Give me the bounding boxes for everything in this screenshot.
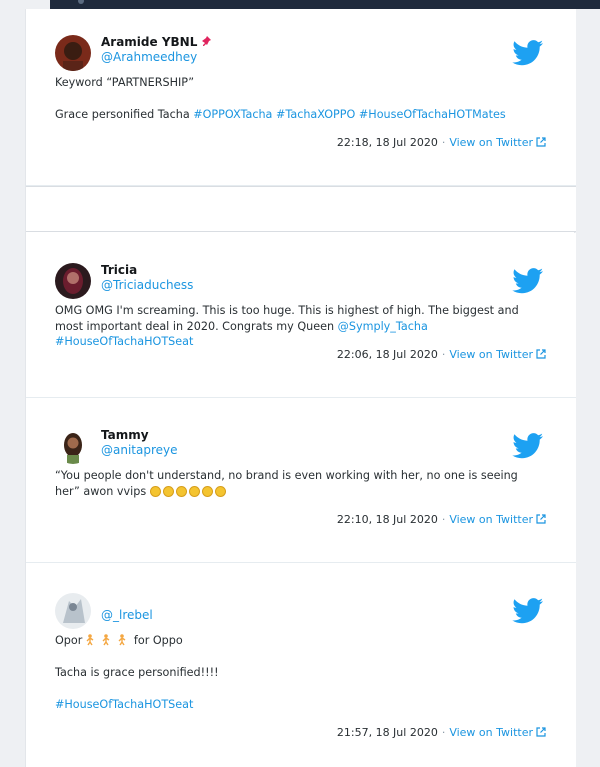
external-link-icon	[536, 137, 546, 150]
author-handle[interactable]: @Arahmeedhey	[101, 50, 197, 64]
author-handle[interactable]: @_lrebel	[101, 608, 153, 622]
tweet-meta: 22:18, 18 Jul 2020 · View on Twitter	[337, 136, 546, 150]
twitter-bird-icon[interactable]	[512, 40, 544, 66]
emoji-group	[149, 485, 228, 498]
laughing-emoji-icon	[188, 485, 200, 497]
hashtag-link[interactable]: #TachaXOPPO	[276, 108, 355, 121]
view-on-twitter-link[interactable]: View on Twitter	[449, 348, 546, 361]
top-bar	[50, 0, 600, 9]
tweet-meta: 21:57, 18 Jul 2020 · View on Twitter	[337, 726, 546, 740]
tweet-card: Aramide YBNL @Arahmeedhey Keyword “PARTN…	[26, 9, 576, 186]
external-link-icon	[536, 349, 546, 362]
author-name[interactable]: Aramide YBNL	[101, 35, 212, 50]
tweet-text: OMG OMG I'm screaming. This is too huge.…	[55, 304, 519, 348]
view-on-twitter-link[interactable]: View on Twitter	[449, 136, 546, 149]
dancer-emoji-icon	[85, 634, 95, 646]
hashtag-link[interactable]: #HouseOfTachaHOTMates	[359, 108, 506, 121]
tweet-card: Tammy @anitapreye “You people don't unde…	[26, 398, 576, 563]
hashtag-link[interactable]: #HouseOfTachaHOTSeat	[55, 698, 193, 711]
author-name[interactable]: Tricia	[101, 263, 137, 277]
avatar[interactable]	[55, 263, 91, 299]
tweet-card: Tricia @Triciaduchess OMG OMG I'm scream…	[26, 233, 576, 398]
laughing-emoji-icon	[214, 485, 226, 497]
top-bar-icon	[78, 0, 84, 4]
hashtag-link[interactable]: #OPPOXTacha	[193, 108, 272, 121]
pushpin-icon	[200, 35, 212, 50]
twitter-bird-icon[interactable]	[512, 433, 544, 459]
author-handle[interactable]: @Triciaduchess	[101, 278, 193, 292]
embed-placeholder	[26, 186, 576, 232]
avatar[interactable]	[55, 428, 91, 464]
tweet-text: Opor for Oppo	[55, 634, 183, 647]
twitter-bird-icon[interactable]	[512, 598, 544, 624]
tweet-text: #HouseOfTachaHOTSeat	[55, 697, 545, 713]
avatar[interactable]	[55, 593, 91, 629]
tweet-text: Tacha is grace personified!!!!	[55, 666, 219, 679]
tweet-timestamp[interactable]: 22:18, 18 Jul 2020	[337, 136, 438, 149]
tweet-meta: 22:10, 18 Jul 2020 · View on Twitter	[337, 513, 546, 527]
laughing-emoji-icon	[149, 485, 161, 497]
avatar[interactable]	[55, 35, 91, 71]
tweet-timestamp[interactable]: 22:06, 18 Jul 2020	[337, 348, 438, 361]
laughing-emoji-icon	[201, 485, 213, 497]
external-link-icon	[536, 727, 546, 740]
tweet-card: @_lrebel Opor for Oppo Tacha is grace pe…	[26, 563, 576, 767]
external-link-icon	[536, 514, 546, 527]
tweet-meta: 22:06, 18 Jul 2020 · View on Twitter	[337, 348, 546, 362]
tweet-timestamp[interactable]: 22:10, 18 Jul 2020	[337, 513, 438, 526]
view-on-twitter-link[interactable]: View on Twitter	[449, 726, 546, 739]
author-handle[interactable]: @anitapreye	[101, 443, 178, 457]
tweet-text: “You people don't understand, no brand i…	[55, 469, 518, 498]
view-on-twitter-link[interactable]: View on Twitter	[449, 513, 546, 526]
tweet-text: Keyword “PARTNERSHIP”	[55, 76, 195, 89]
laughing-emoji-icon	[175, 485, 187, 497]
tweet-timestamp[interactable]: 21:57, 18 Jul 2020	[337, 726, 438, 739]
tweet-text: Grace personified Tacha #OPPOXTacha #Tac…	[55, 108, 506, 121]
hashtag-link[interactable]: #HouseOfTachaHOTSeat	[55, 335, 193, 348]
dancer-emoji-icon	[117, 634, 127, 646]
tweet-feed: Aramide YBNL @Arahmeedhey Keyword “PARTN…	[25, 9, 576, 767]
twitter-bird-icon[interactable]	[512, 268, 544, 294]
author-name[interactable]: Tammy	[101, 428, 149, 442]
dancer-emoji-icon	[101, 634, 111, 646]
mention-link[interactable]: @Symply_Tacha	[338, 320, 428, 333]
laughing-emoji-icon	[162, 485, 174, 497]
